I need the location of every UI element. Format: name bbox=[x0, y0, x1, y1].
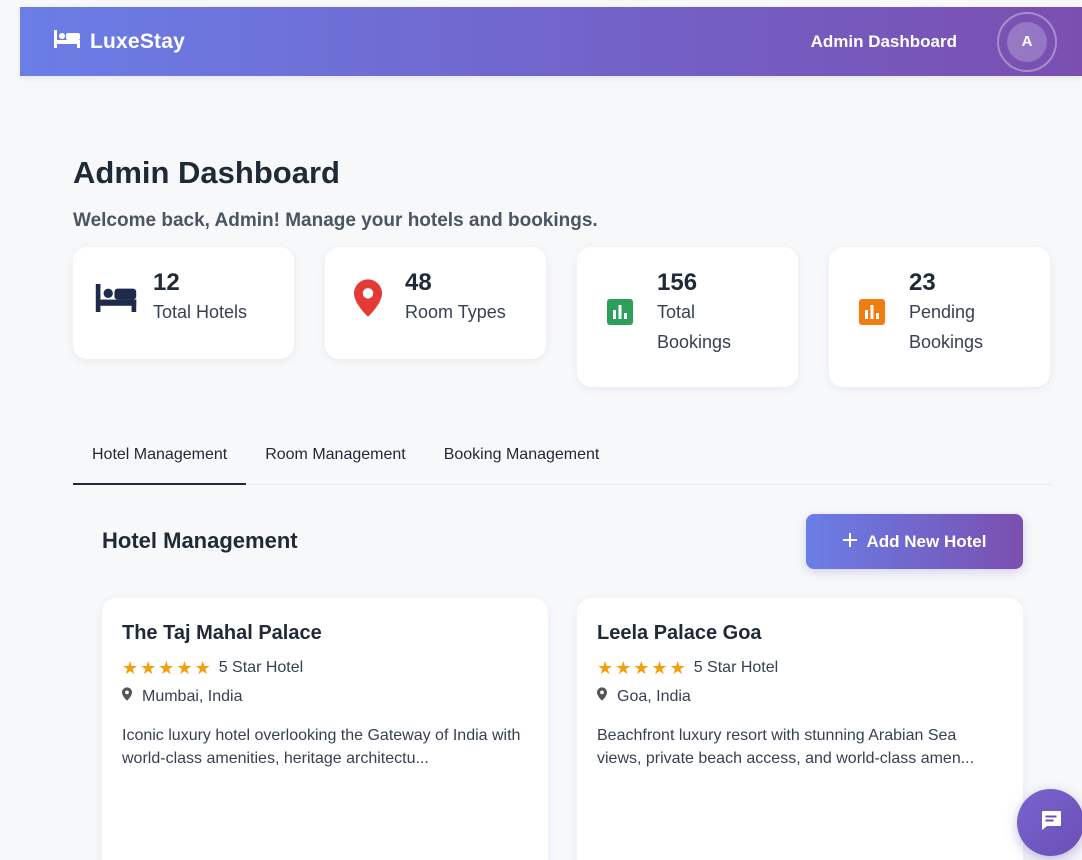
stat-card-pending-bookings: 23 Pending Bookings bbox=[829, 247, 1050, 387]
hotel-name: The Taj Mahal Palace bbox=[122, 622, 322, 644]
map-pin-icon bbox=[345, 275, 391, 321]
hotel-name: Leela Palace Goa bbox=[597, 622, 762, 644]
location-pin-icon bbox=[122, 687, 132, 706]
plus-icon bbox=[842, 532, 857, 552]
tab-booking-management[interactable]: Booking Management bbox=[425, 432, 619, 485]
stat-number: 23 bbox=[909, 269, 936, 296]
star-icon: ★ bbox=[651, 658, 668, 678]
star-icon: ★ bbox=[597, 658, 614, 678]
add-new-hotel-label: Add New Hotel bbox=[866, 531, 987, 551]
hotel-card[interactable]: The Taj Mahal Palace ★ ★ ★ ★ ★ 5 Star Ho… bbox=[102, 598, 548, 860]
stat-label-line1: Total bbox=[657, 302, 696, 322]
tab-room-management[interactable]: Room Management bbox=[246, 432, 425, 485]
bed-icon bbox=[54, 30, 80, 53]
star-icon: ★ bbox=[633, 658, 650, 678]
hotel-location: Goa, India bbox=[617, 687, 691, 705]
star-icon: ★ bbox=[122, 658, 139, 678]
location-pin-icon bbox=[597, 687, 607, 706]
brand-logo[interactable]: LuxeStay bbox=[54, 30, 185, 54]
page-title: Admin Dashboard bbox=[73, 155, 340, 190]
top-navbar: LuxeStay Admin Dashboard A bbox=[20, 7, 1082, 76]
bar-chart-icon bbox=[597, 289, 643, 335]
hotel-description: Iconic luxury hotel overlooking the Gate… bbox=[122, 727, 521, 767]
add-new-hotel-button[interactable]: Add New Hotel bbox=[806, 514, 1023, 569]
user-avatar[interactable]: A bbox=[997, 11, 1057, 72]
stat-card-total-hotels: 12 Total Hotels bbox=[73, 247, 294, 359]
stat-number: 156 bbox=[657, 269, 698, 296]
bed-icon bbox=[93, 275, 139, 321]
stat-card-room-types: 48 Room Types bbox=[325, 247, 546, 359]
stat-label: Total Hotels bbox=[153, 302, 248, 322]
management-tabs: Hotel Management Room Management Booking… bbox=[73, 432, 1051, 485]
star-icon: ★ bbox=[176, 658, 193, 678]
avatar-initial: A bbox=[1007, 21, 1047, 62]
header-title: Admin Dashboard bbox=[810, 31, 957, 51]
section-title: Hotel Management bbox=[102, 528, 298, 553]
chat-icon bbox=[1039, 808, 1063, 837]
stat-label: Room Types bbox=[405, 302, 506, 322]
stat-label-line2: Bookings bbox=[909, 332, 984, 352]
brand-name: LuxeStay bbox=[90, 29, 185, 53]
stat-card-total-bookings: 156 Total Bookings bbox=[577, 247, 798, 387]
chat-button[interactable] bbox=[1017, 789, 1082, 856]
hotel-card[interactable]: Leela Palace Goa ★ ★ ★ ★ ★ 5 Star Hotel … bbox=[577, 598, 1023, 860]
hotel-description: Beachfront luxury resort with stunning A… bbox=[597, 727, 975, 767]
stat-number: 12 bbox=[153, 269, 180, 296]
stat-label-line2: Bookings bbox=[657, 332, 732, 352]
stat-number: 48 bbox=[405, 269, 432, 296]
star-icon: ★ bbox=[158, 658, 175, 678]
star-icon: ★ bbox=[669, 658, 686, 678]
tab-hotel-management[interactable]: Hotel Management bbox=[73, 432, 247, 485]
rating-label: 5 Star Hotel bbox=[218, 659, 304, 676]
star-icon: ★ bbox=[615, 658, 632, 678]
star-rating: ★ ★ ★ ★ ★ bbox=[597, 659, 686, 677]
bar-chart-icon bbox=[849, 289, 895, 335]
star-icon: ★ bbox=[194, 658, 211, 678]
stat-label-line1: Pending bbox=[909, 302, 976, 322]
star-rating: ★ ★ ★ ★ ★ bbox=[122, 659, 211, 677]
star-icon: ★ bbox=[140, 658, 157, 678]
rating-label: 5 Star Hotel bbox=[693, 659, 779, 676]
hotel-location: Mumbai, India bbox=[142, 687, 243, 705]
page-subtitle: Welcome back, Admin! Manage your hotels … bbox=[73, 210, 598, 231]
